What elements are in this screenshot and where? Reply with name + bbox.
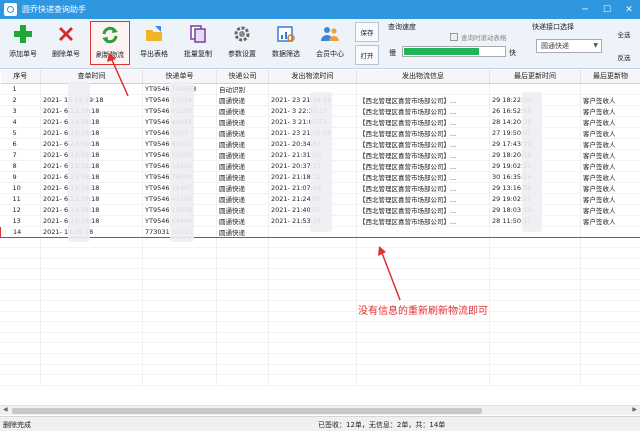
scroll-right-icon[interactable]: ▶	[632, 406, 637, 413]
annotation-arrows	[107, 53, 401, 301]
status-summary: 已签收：12单，无信息：2单，共：14单	[318, 421, 446, 429]
status-bar: 删除完成 已签收：12单，无信息：2单，共：14单	[0, 416, 640, 431]
annotation-text: 没有信息的重新刷新物流即可	[358, 306, 488, 317]
status-message: 删除完成	[3, 421, 31, 429]
horizontal-scrollbar[interactable]: ◀ ▶	[0, 405, 640, 415]
scrollbar-thumb[interactable]	[12, 408, 482, 414]
scroll-left-icon[interactable]: ◀	[3, 406, 8, 413]
